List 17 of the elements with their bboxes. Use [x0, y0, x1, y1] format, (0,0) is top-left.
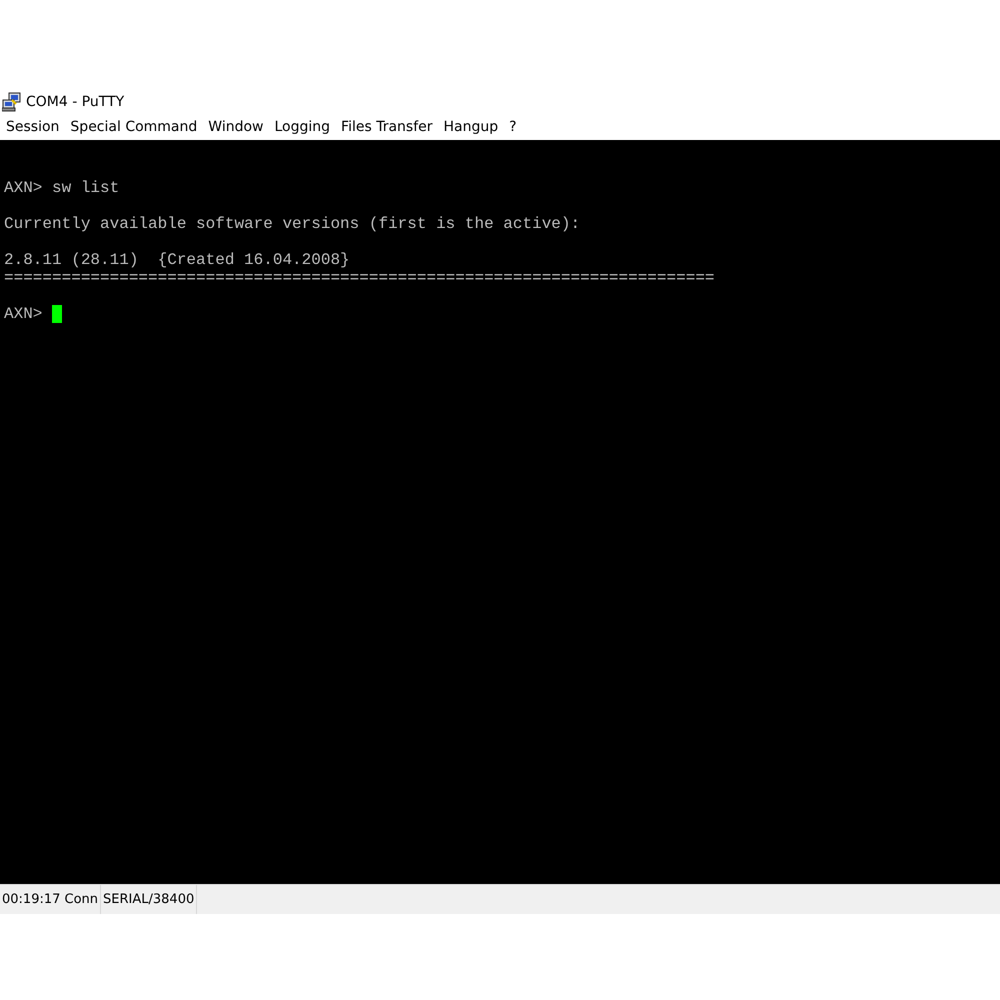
terminal-screen[interactable]: AXN> sw list Currently available software versions (first is the active): 2.8.11 (28.11) {Created 16.04.2008} ========================================================================== AXN>	[0, 140, 1000, 884]
terminal-line: AXN> sw list	[3, 179, 120, 197]
menu-item[interactable]: Files Transfer	[341, 119, 432, 135]
terminal-line: Currently available software versions (first is the active):	[3, 215, 580, 233]
menu-item[interactable]: Special Command	[70, 119, 198, 135]
status-field: 00:19:17 Conn	[0, 885, 102, 914]
window-title: COM4 - PuTTY	[26, 94, 124, 110]
menu-item[interactable]: Logging	[274, 119, 330, 135]
terminal-prompt: AXN>	[4, 305, 44, 323]
menu-item[interactable]: Window	[208, 119, 264, 135]
menu-item[interactable]: Session	[6, 119, 60, 135]
menu-item[interactable]: Hangup	[444, 119, 498, 135]
computers-icon	[2, 92, 22, 112]
terminal-line: ==========================================================================	[3, 269, 715, 287]
terminal-line: 2.8.11 (28.11) {Created 16.04.2008}	[3, 251, 350, 269]
status-field: SERIAL/38400	[101, 885, 198, 914]
menu-item[interactable]: ?	[509, 119, 517, 135]
